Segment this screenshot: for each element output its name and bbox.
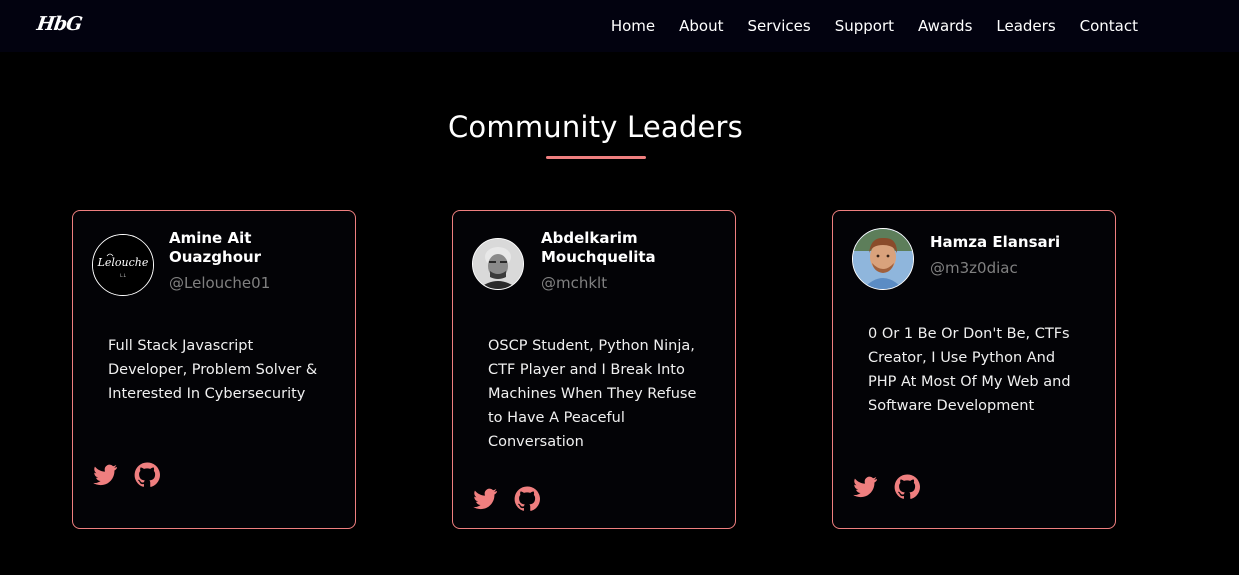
social-links [92,462,160,488]
nav-link-awards[interactable]: Awards [918,17,972,35]
leader-bio: OSCP Student, Python Ninja, CTF Player a… [488,338,697,450]
twitter-icon[interactable] [92,462,118,488]
section-title: Community Leaders [447,110,743,144]
nav-links: Home About Services Support Awards Leade… [611,0,1138,52]
svg-text:Lelouche: Lelouche [97,256,149,269]
person-photo-avatar [853,229,913,289]
leader-bio: Full Stack Javascript Developer, Problem… [108,338,318,402]
social-links [852,474,920,500]
lelouche-logo-avatar: Lelouche L.L [93,235,153,295]
leader-handle[interactable]: @Lelouche01 [169,274,270,292]
title-underline [546,156,646,159]
github-icon[interactable] [134,462,160,488]
twitter-icon[interactable] [852,474,878,500]
leader-card: Abdelkarim Mouchquelita @mchklt OSCP Stu… [452,210,736,529]
github-icon[interactable] [894,474,920,500]
nav-link-leaders[interactable]: Leaders [996,17,1055,35]
navbar: HbG Home About Services Support Awards L… [0,0,1239,52]
leader-handle[interactable]: @m3z0diac [930,259,1018,277]
nav-link-services[interactable]: Services [747,17,810,35]
nav-link-support[interactable]: Support [835,17,894,35]
avatar [472,238,524,290]
nav-link-about[interactable]: About [679,17,723,35]
person-photo-avatar [473,239,523,289]
leader-name: Abdelkarim Mouchquelita [541,229,656,266]
leader-handle[interactable]: @mchklt [541,274,607,292]
nav-link-contact[interactable]: Contact [1080,17,1138,35]
leader-name: Hamza Elansari [930,233,1061,251]
leader-name: Amine Ait Ouazghour [169,229,262,266]
github-icon[interactable] [514,486,540,512]
leader-card: Lelouche L.L Amine Ait Ouazghour @Lelouc… [72,210,356,529]
avatar [852,228,914,290]
avatar: Lelouche L.L [92,234,154,296]
leader-bio: 0 Or 1 Be Or Don't Be, CTFs Creator, I U… [868,326,1071,414]
twitter-icon[interactable] [472,486,498,512]
site-logo[interactable]: HbG [35,13,83,35]
social-links [472,486,540,512]
svg-text:L.L: L.L [120,273,127,278]
nav-link-home[interactable]: Home [611,17,655,35]
leader-card: Hamza Elansari @m3z0diac 0 Or 1 Be Or Do… [832,210,1116,529]
